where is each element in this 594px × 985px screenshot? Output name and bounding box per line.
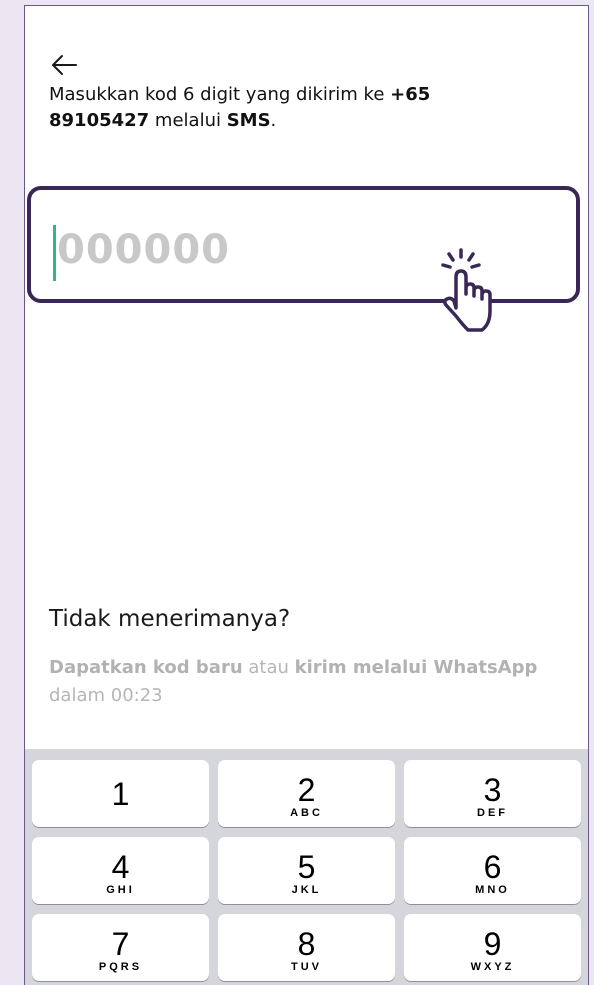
key-2[interactable]: 2 ABC xyxy=(218,760,395,827)
countdown-prefix: dalam xyxy=(49,685,111,706)
code-input[interactable] xyxy=(57,218,457,282)
app-screen: Masukkan kod 6 digit yang dikirim ke +65… xyxy=(24,5,589,985)
instruction-suffix: . xyxy=(270,110,277,131)
key-5[interactable]: 5 JKL xyxy=(218,837,395,904)
not-received-title: Tidak menerimanya? xyxy=(49,606,291,632)
key-digit: 2 xyxy=(297,772,316,808)
key-digit: 7 xyxy=(111,926,130,962)
key-6[interactable]: 6 MNO xyxy=(404,837,581,904)
back-button[interactable] xyxy=(49,50,79,80)
key-letters: DEF xyxy=(477,807,508,819)
instruction-middle: melalui xyxy=(149,110,227,131)
tap-hand-icon xyxy=(441,248,492,332)
key-digit: 6 xyxy=(483,849,502,885)
key-letters: WXYZ xyxy=(470,961,515,973)
key-letters: JKL xyxy=(291,884,322,896)
numeric-keypad: 1 2 ABC 3 DEF 4 GHI 5 JKL 6 MNO 7 PQRS 8… xyxy=(25,749,588,985)
resend-options: Dapatkan kod baru atau kirim melalui Wha… xyxy=(49,654,588,710)
key-letters: TUV xyxy=(291,961,322,973)
instruction-prefix: Masukkan kod 6 digit yang dikirim ke xyxy=(49,84,391,105)
text-caret xyxy=(53,225,56,281)
get-new-code-link[interactable]: Dapatkan kod baru xyxy=(49,657,243,678)
key-digit: 9 xyxy=(483,926,502,962)
key-7[interactable]: 7 PQRS xyxy=(32,914,209,981)
key-letters: GHI xyxy=(106,884,135,896)
channel-name: SMS xyxy=(226,110,271,131)
key-digit: 4 xyxy=(111,849,130,885)
key-letters: ABC xyxy=(290,807,323,819)
key-letters: MNO xyxy=(475,884,510,896)
key-1[interactable]: 1 xyxy=(32,760,209,827)
arrow-left-icon xyxy=(52,55,77,75)
key-digit: 3 xyxy=(483,772,502,808)
key-4[interactable]: 4 GHI xyxy=(32,837,209,904)
key-letters: PQRS xyxy=(98,961,143,973)
resend-or: atau xyxy=(242,657,295,678)
key-8[interactable]: 8 TUV xyxy=(218,914,395,981)
key-digit: 5 xyxy=(297,849,316,885)
key-digit: 1 xyxy=(111,776,130,812)
key-digit: 8 xyxy=(297,926,316,962)
send-via-whatsapp-link[interactable]: kirim melalui WhatsApp xyxy=(295,657,538,678)
key-3[interactable]: 3 DEF xyxy=(404,760,581,827)
countdown-timer: 00:23 xyxy=(110,685,163,706)
instruction-text: Masukkan kod 6 digit yang dikirim ke +65… xyxy=(49,82,529,134)
key-9[interactable]: 9 WXYZ xyxy=(404,914,581,981)
